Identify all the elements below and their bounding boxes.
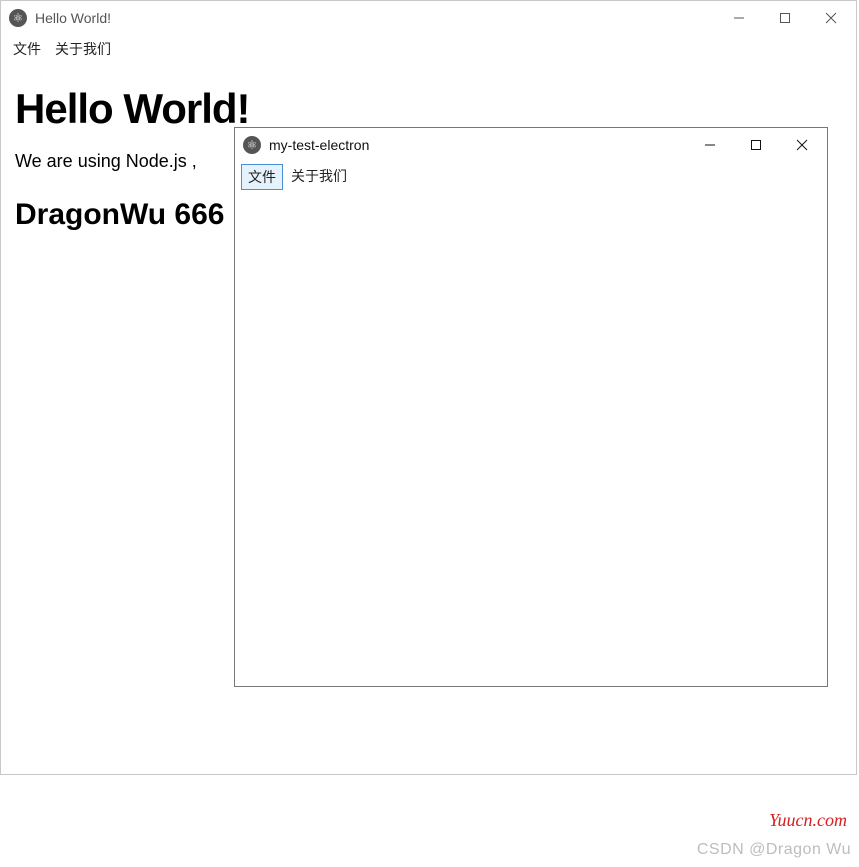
watermark-csdn: CSDN @Dragon Wu — [697, 841, 851, 859]
maximize-button-back[interactable] — [762, 2, 808, 34]
close-button-back[interactable] — [808, 2, 854, 34]
minimize-button-front[interactable] — [687, 129, 733, 161]
menu-file-front[interactable]: 文件 — [241, 164, 283, 190]
window-title-back: Hello World! — [35, 10, 716, 26]
menu-file-back[interactable]: 文件 — [7, 37, 47, 61]
window-my-test-electron: ⚛ my-test-electron 文件 关于我们 — [234, 127, 828, 687]
watermark-yuucn: Yuucn.com — [769, 810, 847, 831]
electron-icon: ⚛ — [9, 9, 27, 27]
page-heading: Hello World! — [15, 85, 842, 133]
window-title-front: my-test-electron — [269, 137, 687, 153]
menubar-front: 文件 关于我们 — [235, 162, 827, 192]
menu-about-back[interactable]: 关于我们 — [49, 37, 117, 61]
close-button-front[interactable] — [779, 129, 825, 161]
menubar-back: 文件 关于我们 — [1, 35, 856, 63]
titlebar-back[interactable]: ⚛ Hello World! — [1, 1, 856, 35]
minimize-button-back[interactable] — [716, 2, 762, 34]
window-controls-back — [716, 2, 854, 34]
maximize-button-front[interactable] — [733, 129, 779, 161]
menu-about-front[interactable]: 关于我们 — [285, 164, 353, 190]
electron-icon: ⚛ — [243, 136, 261, 154]
titlebar-front[interactable]: ⚛ my-test-electron — [235, 128, 827, 162]
window-controls-front — [687, 129, 825, 161]
